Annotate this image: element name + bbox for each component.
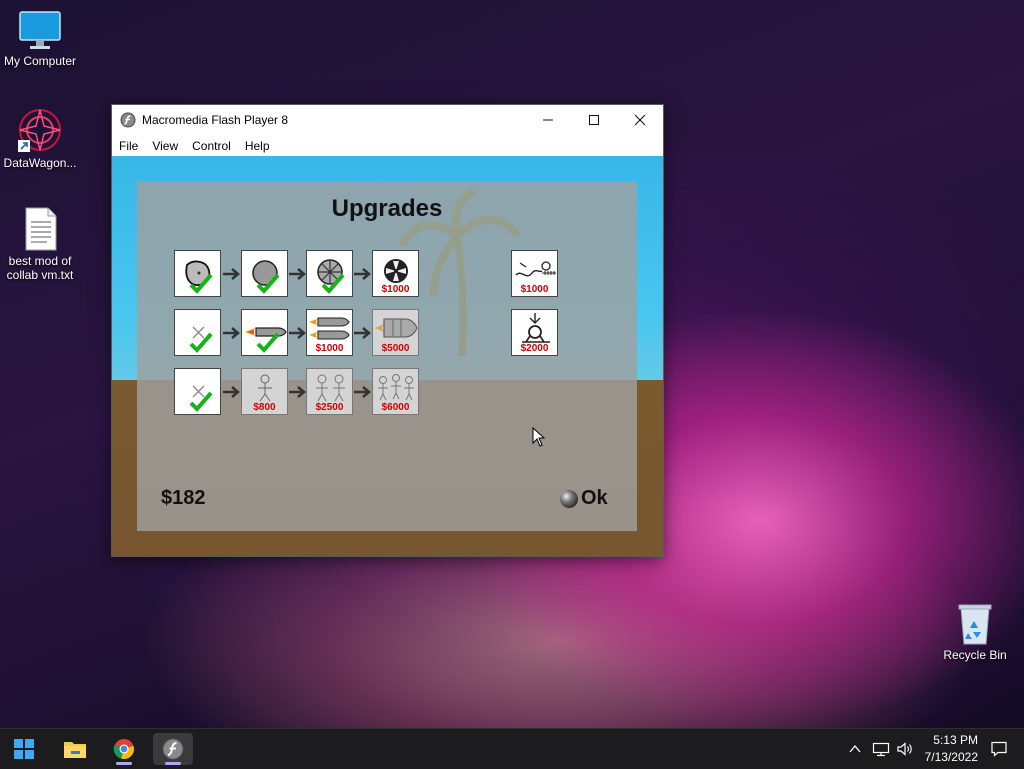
desktop-icon-label: My Computer: [3, 54, 77, 68]
upgrade-rocket[interactable]: [241, 309, 288, 356]
money-display: $182: [161, 487, 206, 509]
desktop-icon-recycle-bin[interactable]: Recycle Bin: [935, 602, 1015, 662]
upgrade-none[interactable]: [174, 368, 221, 415]
menu-control[interactable]: Control: [185, 139, 238, 153]
price-label: $1000: [315, 343, 344, 354]
desktop-icon-my-computer[interactable]: My Computer: [0, 10, 80, 68]
arrow-icon: [354, 268, 371, 280]
arrow-icon: [289, 327, 306, 339]
text-file-icon: [25, 207, 57, 251]
arrow-icon: [223, 386, 240, 398]
close-button[interactable]: [617, 105, 663, 135]
clock-date: 7/13/2022: [924, 750, 978, 764]
taskbar-chrome[interactable]: [104, 733, 144, 765]
none-icon: [189, 385, 213, 412]
upgrade-fan-wheel[interactable]: $1000: [372, 250, 419, 297]
menu-help[interactable]: Help: [238, 139, 277, 153]
taskbar-flash-player[interactable]: [153, 733, 193, 765]
upgrade-three-people[interactable]: $6000: [372, 368, 419, 415]
system-tray: [848, 729, 914, 769]
desktop-icon-text-file[interactable]: best mod of collab vm.txt: [0, 206, 80, 282]
close-icon: [634, 114, 646, 126]
arrow-icon: [223, 268, 240, 280]
arrow-icon: [289, 268, 306, 280]
running-indicator: [116, 762, 132, 765]
start-button[interactable]: [4, 733, 44, 765]
notification-icon: [991, 741, 1007, 757]
mouse-cursor-icon: [532, 427, 546, 447]
upgrade-catapult[interactable]: $2000: [511, 309, 558, 356]
upgrade-big-rocket[interactable]: $5000: [372, 309, 419, 356]
flash-player-window: Macromedia Flash Player 8 File View Cont…: [111, 104, 664, 557]
menu-bar: File View Control Help: [112, 135, 663, 156]
upgrade-one-person[interactable]: $800: [241, 368, 288, 415]
price-label: $800: [253, 402, 276, 413]
monitor-icon: [19, 11, 61, 49]
price-label: $1000: [381, 284, 410, 295]
datawagon-icon: [18, 109, 61, 152]
upgrade-two-people[interactable]: $2500: [306, 368, 353, 415]
menu-file[interactable]: File: [112, 139, 145, 153]
recycle-bin-icon: [958, 604, 992, 645]
volume-icon[interactable]: [896, 741, 914, 757]
minimize-icon: [543, 119, 553, 121]
upgrade-ball[interactable]: [241, 250, 288, 297]
title-bar[interactable]: Macromedia Flash Player 8: [112, 105, 663, 135]
ball-icon: [252, 260, 280, 294]
price-label: $6000: [381, 402, 410, 413]
menu-view[interactable]: View: [145, 139, 185, 153]
desktop-icon-label: best mod of collab vm.txt: [6, 254, 74, 282]
clock-time: 5:13 PM: [933, 733, 978, 747]
upgrade-none[interactable]: [174, 309, 221, 356]
taskbar: 5:13 PM 7/13/2022: [0, 728, 1024, 769]
rock-icon: [185, 260, 213, 294]
maximize-button[interactable]: [571, 105, 617, 135]
upgrade-rock[interactable]: [174, 250, 221, 297]
desktop-icon-datawagon[interactable]: DataWagon...: [0, 106, 80, 170]
notification-button[interactable]: [990, 729, 1008, 769]
desktop-icon-label: Recycle Bin: [943, 648, 1007, 662]
upgrade-wheel[interactable]: [306, 250, 353, 297]
flash-player-icon: [120, 112, 136, 128]
network-icon[interactable]: [872, 741, 890, 757]
wheel-icon: [317, 259, 345, 294]
maximize-icon: [589, 115, 599, 125]
flash-stage[interactable]: Upgrades $1000 $1000 $5000 $800 $2500 $6…: [112, 156, 663, 556]
running-indicator: [165, 762, 181, 765]
chrome-icon: [113, 739, 134, 759]
upgrade-double-rocket[interactable]: $1000: [306, 309, 353, 356]
taskbar-file-explorer[interactable]: [55, 733, 95, 765]
upgrades-title: Upgrades: [331, 195, 443, 222]
upgrade-spring-launcher[interactable]: $1000: [511, 250, 558, 297]
taskbar-clock[interactable]: 5:13 PM 7/13/2022: [925, 732, 978, 766]
file-explorer-icon: [64, 742, 86, 758]
ok-ball-icon: [560, 489, 578, 508]
arrow-icon: [354, 386, 371, 398]
none-icon: [189, 326, 213, 353]
arrow-icon: [289, 386, 306, 398]
price-label: $5000: [381, 343, 410, 354]
ok-button[interactable]: Ok: [560, 487, 608, 510]
arrow-icon: [354, 327, 371, 339]
rocket-icon: [245, 327, 287, 353]
price-label: $2000: [520, 343, 549, 354]
price-label: $1000: [520, 284, 549, 295]
flash-player-icon: [162, 738, 184, 760]
ok-label: Ok: [581, 487, 608, 509]
start-icon: [14, 739, 34, 759]
price-label: $2500: [315, 402, 344, 413]
chevron-up-icon[interactable]: [848, 742, 862, 756]
minimize-button[interactable]: [525, 105, 571, 135]
window-title: Macromedia Flash Player 8: [142, 113, 289, 127]
desktop-icon-label: DataWagon...: [3, 156, 77, 170]
arrow-icon: [223, 327, 240, 339]
upgrades-panel: Upgrades $1000 $1000 $5000 $800 $2500 $6…: [137, 181, 637, 531]
